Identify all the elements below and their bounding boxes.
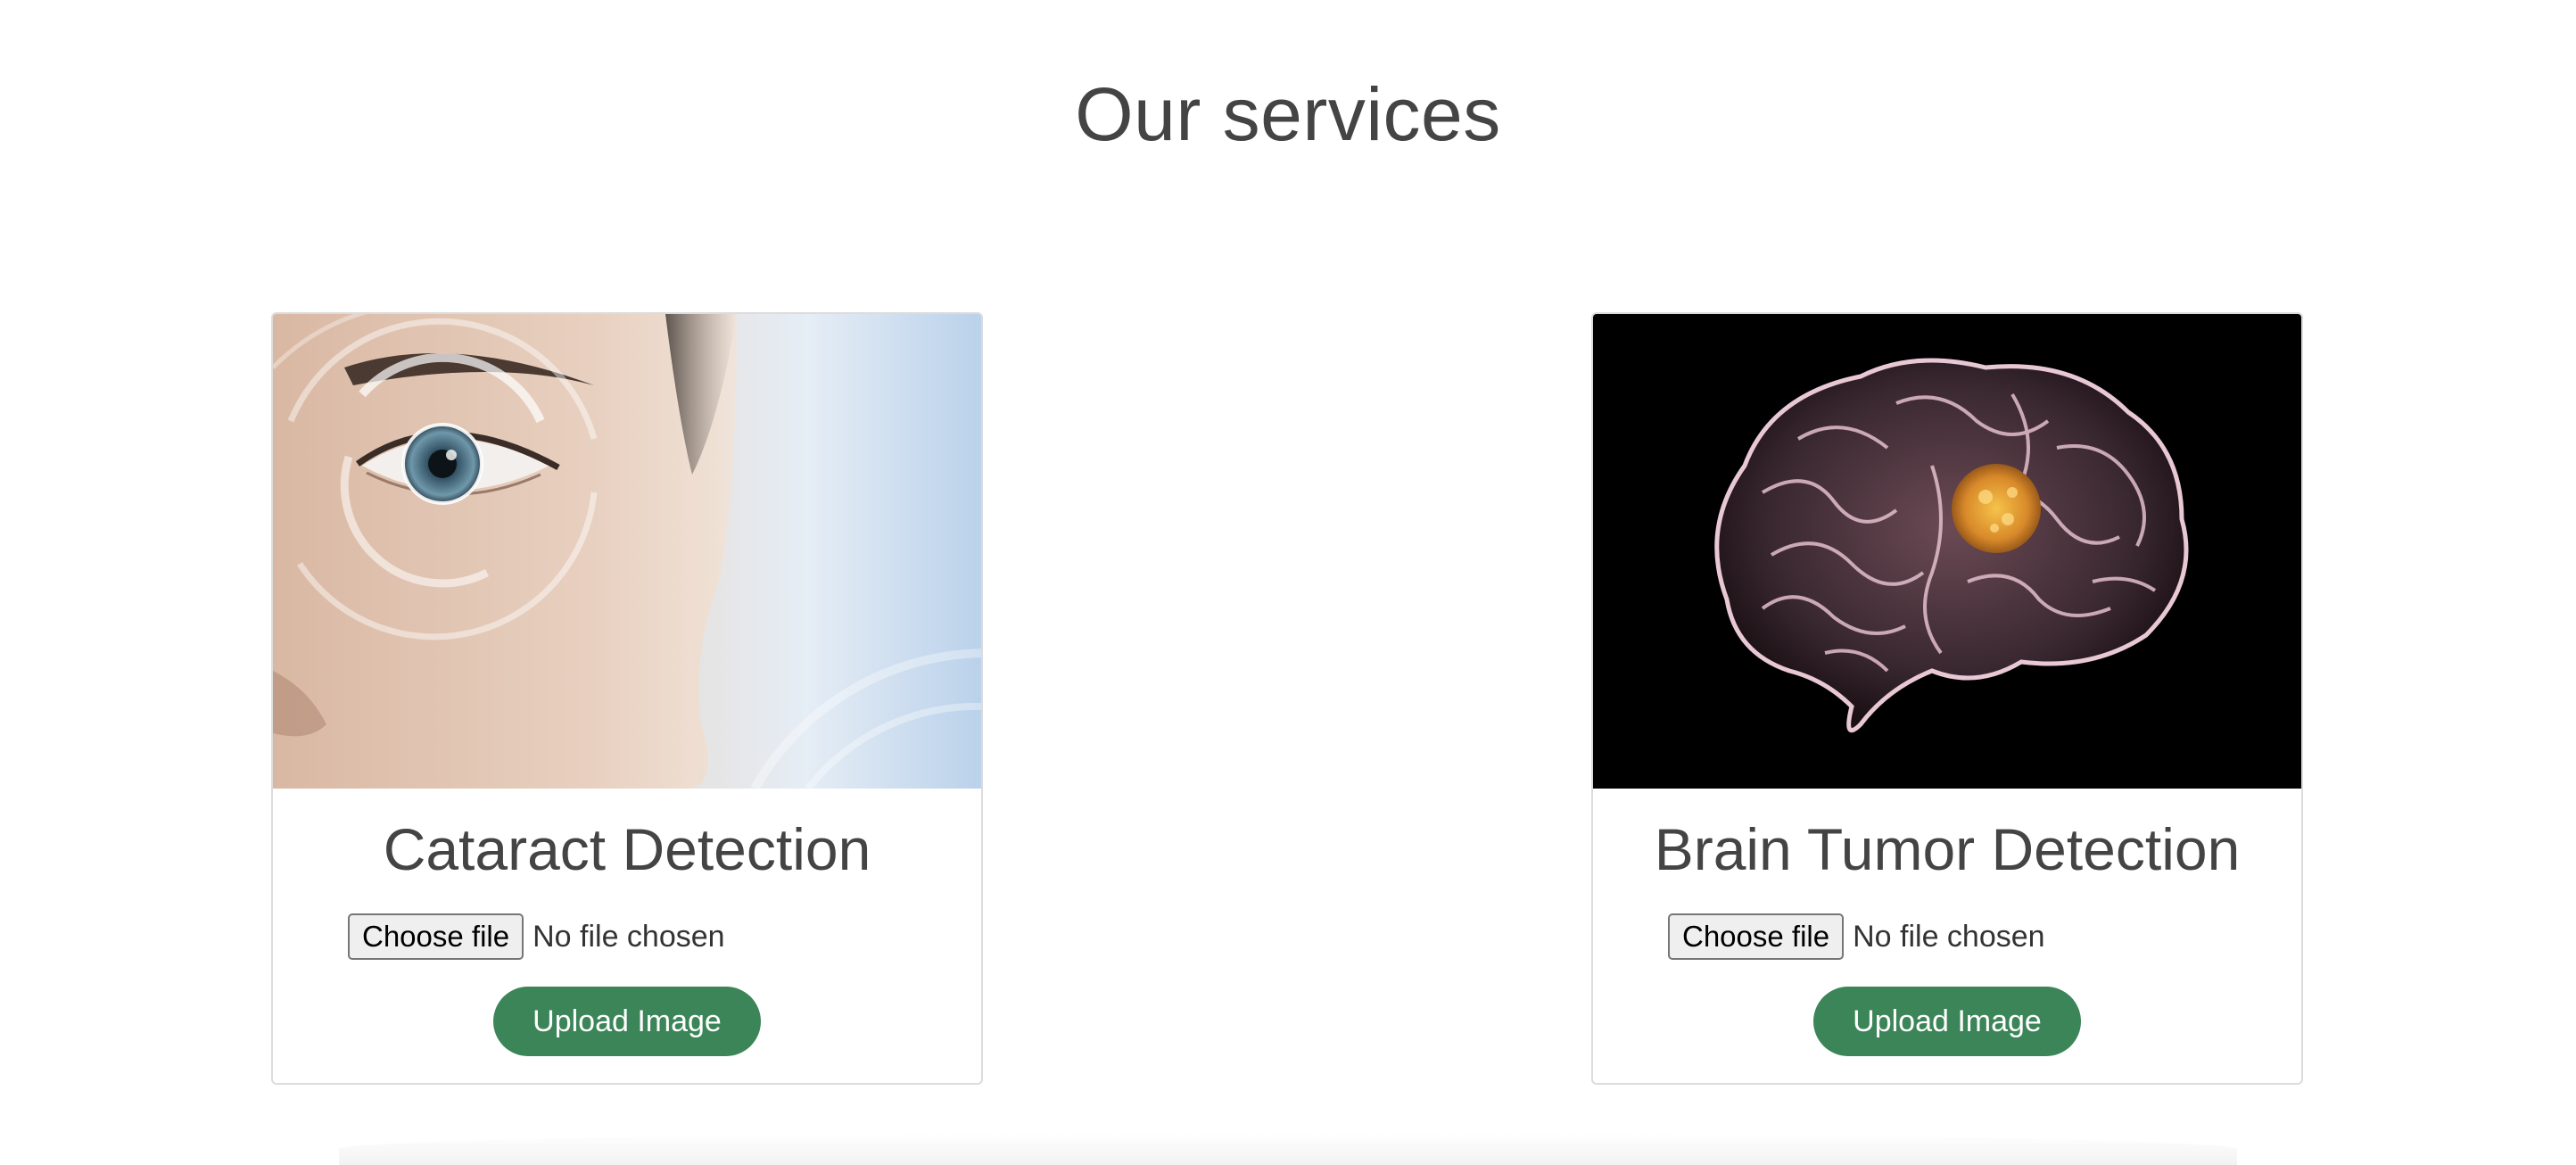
service-card-brain-tumor: Brain Tumor Detection Choose file No fil… bbox=[1591, 312, 2303, 1085]
service-card-cataract: Cataract Detection Choose file No file c… bbox=[271, 312, 983, 1085]
upload-image-button[interactable]: Upload Image bbox=[493, 987, 761, 1056]
choose-file-button[interactable]: Choose file bbox=[348, 913, 524, 960]
cataract-file-input[interactable]: Choose file No file chosen bbox=[348, 913, 725, 960]
file-status: No file chosen bbox=[533, 919, 725, 954]
section-title: Our services bbox=[1075, 72, 1501, 156]
brain-tumor-file-input[interactable]: Choose file No file chosen bbox=[1668, 913, 2045, 960]
services-page: Our services Cataract Detection Choose f… bbox=[0, 0, 2576, 1165]
brain-tumor-title: Brain Tumor Detection bbox=[1654, 816, 2241, 882]
cataract-title: Cataract Detection bbox=[383, 816, 871, 882]
brain-tumor-image bbox=[1593, 314, 2301, 789]
file-status: No file chosen bbox=[1853, 919, 2045, 954]
section-divider-shadow bbox=[339, 1133, 2237, 1165]
cataract-image bbox=[273, 314, 981, 789]
choose-file-button[interactable]: Choose file bbox=[1668, 913, 1845, 960]
upload-image-button[interactable]: Upload Image bbox=[1813, 987, 2081, 1056]
